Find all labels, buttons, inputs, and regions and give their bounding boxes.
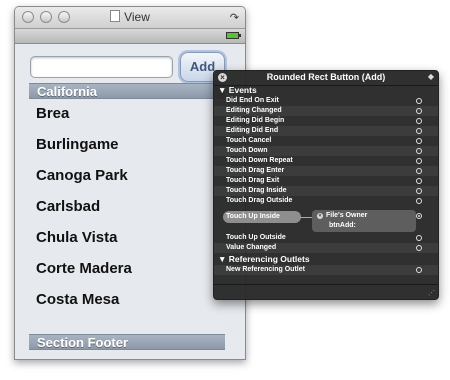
table-row[interactable]: Corte Madera: [36, 260, 132, 277]
connection-circle-icon[interactable]: [416, 98, 422, 104]
connection-circle-icon[interactable]: [416, 168, 422, 174]
window-titlebar: View ↷: [15, 7, 245, 29]
events-section-header[interactable]: ▼ Events: [214, 85, 438, 96]
view-window: View ↷ Add California Brea Burlingame Ca…: [14, 6, 246, 360]
panel-footer: ⋰: [214, 284, 438, 299]
section-footer: Section Footer: [29, 334, 225, 350]
section-header: California: [29, 83, 225, 99]
outlet-row: New Referencing Outlet: [214, 265, 438, 275]
table-row[interactable]: Chula Vista: [36, 229, 117, 246]
panel-titlebar: × Rounded Rect Button (Add) ◆: [214, 71, 438, 86]
table-row[interactable]: Canoga Park: [36, 167, 128, 184]
event-row: Touch Drag Exit: [214, 176, 438, 186]
connection-circle-icon[interactable]: [416, 198, 422, 204]
event-row: Touch Drag Enter: [214, 166, 438, 176]
connected-event-label[interactable]: Touch Up Inside: [223, 211, 301, 223]
connection-circle-icon[interactable]: [416, 158, 422, 164]
event-row: Touch Down Repeat: [214, 156, 438, 166]
connection-circle-icon[interactable]: [416, 267, 422, 273]
connection-target[interactable]: × File's Owner btnAdd:: [312, 210, 416, 232]
connections-panel: × Rounded Rect Button (Add) ◆ ▼ Events D…: [213, 70, 439, 300]
connection-circle-icon[interactable]: [416, 118, 422, 124]
resize-grip-icon[interactable]: ⋰: [428, 289, 435, 297]
stepper-arrows-icon[interactable]: ◆: [428, 72, 434, 81]
table-row[interactable]: Brea: [36, 105, 69, 122]
rotate-icon[interactable]: ↷: [230, 11, 239, 24]
table-row[interactable]: Costa Mesa: [36, 291, 119, 308]
window-title: View: [15, 10, 245, 24]
event-row: Value Changed: [214, 243, 438, 253]
connection-circle-icon[interactable]: [416, 213, 422, 219]
connection-circle-icon[interactable]: [416, 245, 422, 251]
event-row: Editing Changed: [214, 106, 438, 116]
table-row[interactable]: Carlsbad: [36, 198, 100, 215]
event-row: Editing Did Begin: [214, 116, 438, 126]
battery-icon: [226, 32, 241, 39]
event-row: Touch Down: [214, 146, 438, 156]
connection-circle-icon[interactable]: [416, 178, 422, 184]
remove-connection-icon[interactable]: ×: [317, 213, 323, 219]
event-row: Editing Did End: [214, 126, 438, 136]
document-icon: [110, 10, 121, 22]
connection-circle-icon[interactable]: [416, 128, 422, 134]
event-row: Did End On Exit: [214, 96, 438, 106]
connection-circle-icon[interactable]: [416, 235, 422, 241]
connection-circle-icon[interactable]: [416, 148, 422, 154]
disclosure-triangle-icon[interactable]: ▼: [218, 85, 226, 95]
event-row: Touch Up Outside: [214, 233, 438, 243]
status-bar: [15, 29, 245, 44]
panel-title: Rounded Rect Button (Add): [266, 72, 386, 82]
connection-circle-icon[interactable]: [416, 138, 422, 144]
text-field[interactable]: [30, 56, 173, 78]
event-row: Touch Cancel: [214, 136, 438, 146]
event-row: Touch Drag Inside: [214, 186, 438, 196]
outlets-section-header[interactable]: ▼ Referencing Outlets: [214, 254, 438, 265]
event-row: Touch Drag Outside: [214, 196, 438, 206]
connection-circle-icon[interactable]: [416, 188, 422, 194]
disclosure-triangle-icon[interactable]: ▼: [218, 254, 226, 264]
table-row[interactable]: Burlingame: [36, 136, 119, 153]
connection-circle-icon[interactable]: [416, 108, 422, 114]
